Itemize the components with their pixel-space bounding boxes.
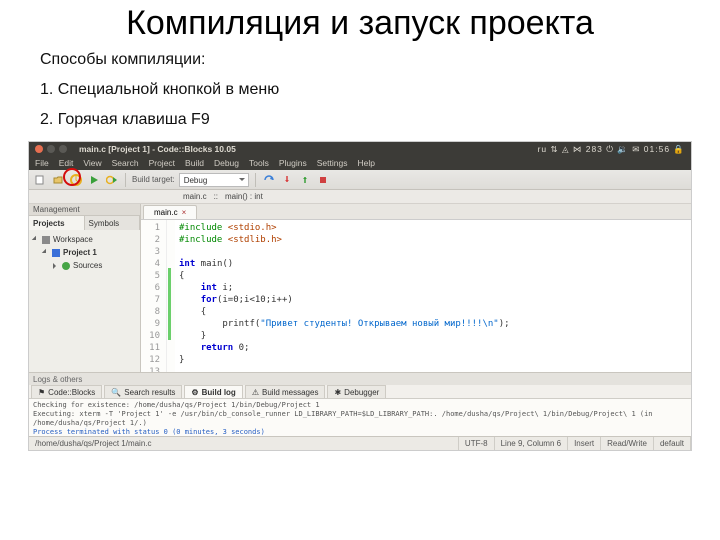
window-titlebar: main.c [Project 1] - Code::Blocks 10.05 …: [29, 142, 691, 156]
scope-breadcrumb: main.c :: main() : int: [29, 190, 691, 204]
sidebar: Management Projects Symbols Workspace Pr…: [29, 204, 141, 372]
run-icon[interactable]: [87, 173, 101, 187]
subtitle: Способы компиляции:: [40, 51, 680, 69]
step-out-icon[interactable]: [298, 173, 312, 187]
tree-sources[interactable]: Sources: [33, 259, 136, 272]
bottom-title: Logs & others: [29, 373, 691, 385]
folder-icon: [62, 262, 70, 270]
bottom-tab-codeblocks[interactable]: ⚑Code::Blocks: [31, 385, 102, 398]
source-code[interactable]: #include <stdio.h>#include <stdlib.h> in…: [175, 220, 691, 372]
crumb-sep: ::: [214, 192, 218, 201]
change-marks: [167, 220, 175, 372]
window-title: main.c [Project 1] - Code::Blocks 10.05: [79, 144, 236, 154]
menu-search[interactable]: Search: [112, 158, 139, 168]
project-icon: [52, 249, 60, 257]
menu-view[interactable]: View: [83, 158, 101, 168]
status-profile: default: [654, 437, 691, 450]
tree-workspace[interactable]: Workspace: [33, 233, 136, 246]
new-file-icon[interactable]: [33, 173, 47, 187]
crumb-scope[interactable]: main() : int: [221, 192, 267, 201]
status-insert: Insert: [568, 437, 601, 450]
menu-project[interactable]: Project: [149, 158, 175, 168]
menu-file[interactable]: File: [35, 158, 49, 168]
menu-plugins[interactable]: Plugins: [279, 158, 307, 168]
sidebar-header: Management: [29, 204, 140, 216]
project-tree: Workspace Project 1 Sources: [29, 230, 140, 275]
ide-window: main.c [Project 1] - Code::Blocks 10.05 …: [28, 141, 692, 451]
step-into-icon[interactable]: [280, 173, 294, 187]
sidebar-tab-projects[interactable]: Projects: [29, 216, 85, 230]
warning-icon: ⚠: [252, 388, 259, 397]
build-target-select[interactable]: Debug: [179, 173, 249, 187]
bottom-tab-search[interactable]: 🔍Search results: [104, 385, 182, 398]
method-2: 2. Горячая клавиша F9: [40, 111, 680, 129]
slide-body: Способы компиляции: 1. Специальной кнопк…: [0, 43, 720, 129]
workspace-icon: [42, 236, 50, 244]
menu-tools[interactable]: Tools: [249, 158, 269, 168]
slide-title: Компиляция и запуск проекта: [0, 0, 720, 43]
gear-icon: ⚙: [191, 388, 198, 397]
step-over-icon[interactable]: [262, 173, 276, 187]
toolbar-main: Build target: Debug: [29, 170, 691, 190]
method-1: 1. Специальной кнопкой в меню: [40, 81, 680, 99]
maximize-icon[interactable]: [59, 145, 67, 153]
editor-tab-mainc[interactable]: main.c×: [143, 205, 197, 219]
bottom-tab-messages[interactable]: ⚠Build messages: [245, 385, 326, 398]
tree-project[interactable]: Project 1: [33, 246, 136, 259]
status-readwrite: Read/Write: [601, 437, 654, 450]
build-icon[interactable]: [69, 173, 83, 187]
editor: main.c× 12345678910111213 #include <stdi…: [141, 204, 691, 372]
bug-icon: ✱: [334, 388, 341, 397]
minimize-icon[interactable]: [47, 145, 55, 153]
search-icon: 🔍: [111, 388, 121, 397]
code-area[interactable]: 12345678910111213 #include <stdio.h>#inc…: [141, 220, 691, 372]
menu-debug[interactable]: Debug: [214, 158, 239, 168]
menu-help[interactable]: Help: [357, 158, 374, 168]
stop-icon[interactable]: [316, 173, 330, 187]
build-run-icon[interactable]: [105, 173, 119, 187]
sidebar-tab-symbols[interactable]: Symbols: [85, 216, 141, 230]
menu-settings[interactable]: Settings: [317, 158, 348, 168]
system-tray: ru ⇅ ◬ ⋈ 283 ⏻ 🔉 ✉ 01:56 🔒: [538, 144, 685, 155]
bottom-panel: Logs & others ⚑Code::Blocks 🔍Search resu…: [29, 372, 691, 436]
open-icon[interactable]: [51, 173, 65, 187]
menubar: File Edit View Search Project Build Debu…: [29, 156, 691, 170]
close-icon[interactable]: [35, 145, 43, 153]
menu-edit[interactable]: Edit: [59, 158, 74, 168]
crumb-file[interactable]: main.c: [179, 192, 211, 201]
info-icon: ⚑: [38, 388, 45, 397]
build-target-label: Build target:: [132, 175, 175, 184]
menu-build[interactable]: Build: [185, 158, 204, 168]
line-gutter: 12345678910111213: [141, 220, 167, 372]
bottom-tab-debugger[interactable]: ✱Debugger: [327, 385, 386, 398]
bottom-tab-buildlog[interactable]: ⚙Build log: [184, 385, 242, 398]
close-tab-icon[interactable]: ×: [182, 208, 187, 217]
build-log[interactable]: Checking for existence: /home/dusha/qs/P…: [29, 399, 691, 436]
status-encoding: UTF-8: [459, 437, 495, 450]
status-cursor: Line 9, Column 6: [495, 437, 568, 450]
status-path: /home/dusha/qs/Project 1/main.c: [29, 437, 459, 450]
statusbar: /home/dusha/qs/Project 1/main.c UTF-8 Li…: [29, 436, 691, 450]
